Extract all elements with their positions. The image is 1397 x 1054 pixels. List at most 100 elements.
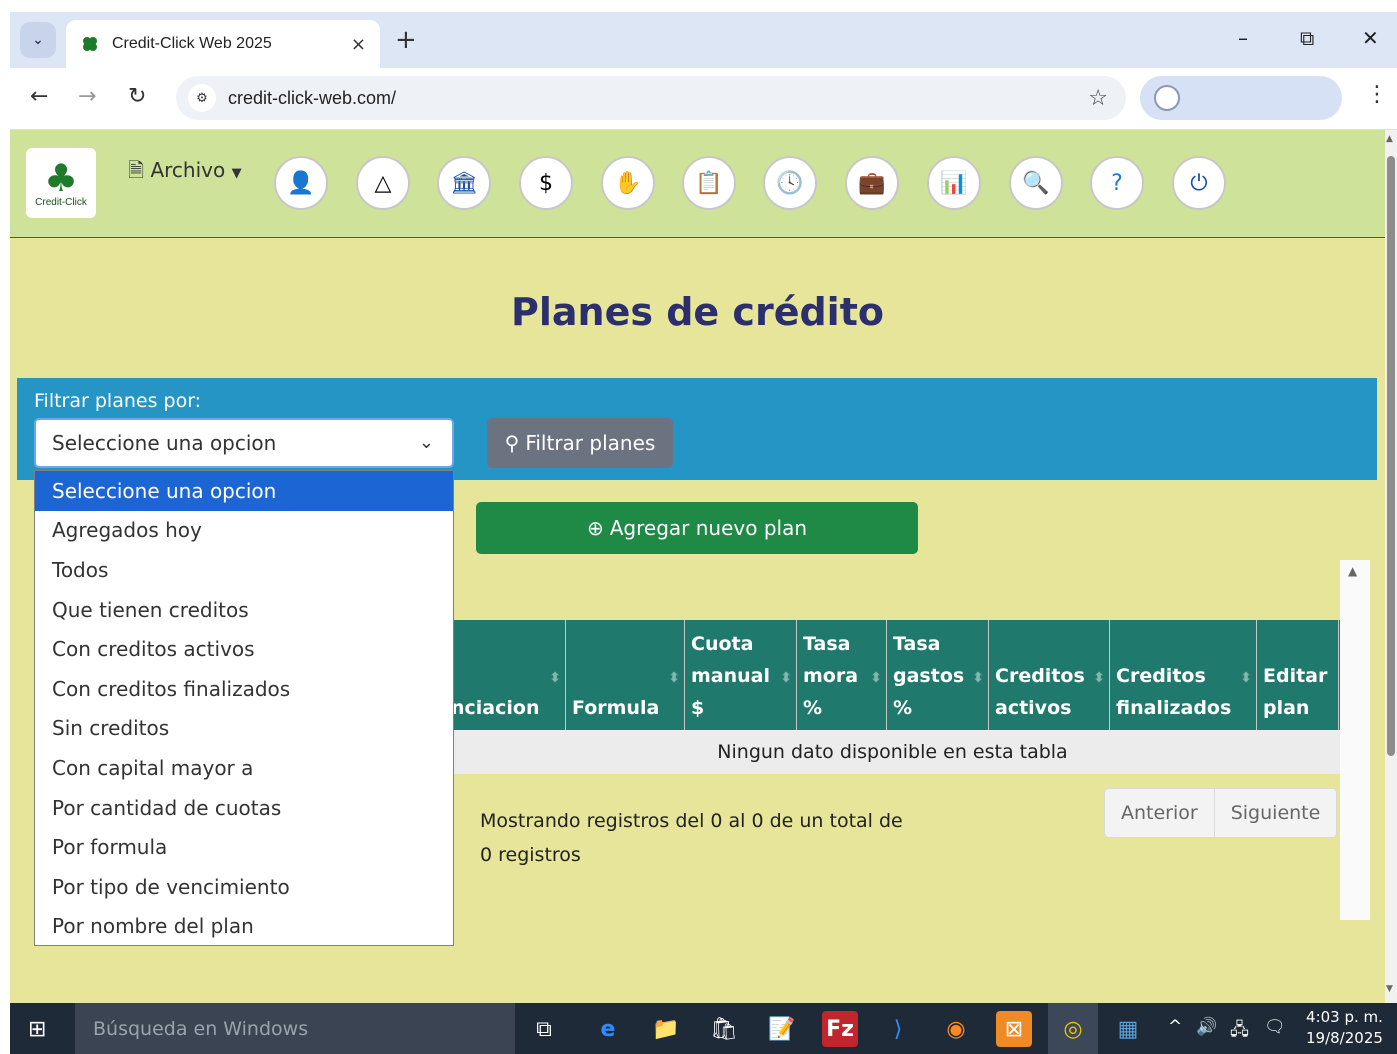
address-bar-row: ← → ↻ ⚙ credit-click-web.com/ ☆ ⋮ [10,68,1397,130]
sort-icon: ⬍ [668,670,680,686]
new-tab-button[interactable]: + [395,24,417,56]
shapes-icon[interactable]: △ [356,156,410,210]
column-header-formula[interactable]: Formula ⬍ [566,620,685,730]
user-icon[interactable]: 👤 [274,156,328,210]
table-scrollbar[interactable]: ▲ [1340,560,1370,920]
vscode-icon[interactable]: ⟩ [880,1011,916,1047]
clock-icon[interactable]: 🕓 [763,156,817,210]
dropdown-option[interactable]: Agregados hoy [35,511,453,551]
table-header: nciacion ⬍ Formula ⬍ Cuota manual $ ⬍ Tasa mor… [445,620,1350,730]
volume-icon[interactable]: 🔊 [1196,1017,1217,1037]
edge-browser-icon[interactable]: e [590,1011,626,1047]
app-header: ♣ Credit-Click 🗎 Archivo ▼ 👤 △ 🏛 $ ✋ 📋 🕓… [10,130,1397,238]
file-explorer-icon[interactable]: 📁 [648,1011,684,1047]
dropdown-option[interactable]: Que tienen creditos [35,590,453,630]
archivo-menu[interactable]: 🗎 Archivo ▼ [128,156,242,190]
firefox-icon[interactable]: ◉ [938,1011,974,1047]
clock-date: 19/8/2025 [1306,1029,1383,1047]
dropdown-option[interactable]: Por cantidad de cuotas [35,788,453,828]
column-header-cuota-manual[interactable]: Cuota manual $ ⬍ [685,620,797,730]
filter-plans-label: Filtrar planes [525,431,656,455]
dropdown-option[interactable]: Por tipo de vencimiento [35,867,453,907]
reload-icon[interactable]: ↻ [128,84,146,109]
clover-favicon-icon [80,34,100,54]
dropdown-option[interactable]: Sin creditos [35,709,453,749]
dropdown-option[interactable]: Con creditos finalizados [35,669,453,709]
sort-icon: ⬍ [1093,670,1105,686]
windows-start-icon[interactable]: ⊞ [28,1017,46,1042]
tab-search-button[interactable]: ⌄ [20,22,56,58]
chevron-down-icon: ⌄ [32,32,44,48]
document-icon[interactable]: 📋 [682,156,736,210]
logo-label: Credit-Click [35,196,87,208]
plus-circle-icon: ⊕ [586,516,604,540]
clover-logo-icon: ♣ [43,155,79,200]
chevron-down-icon: ⌄ [418,432,434,453]
filter-plans-button[interactable]: ⚲ Filtrar planes [487,418,673,468]
network-icon[interactable]: 🖧 [1230,1017,1249,1046]
scroll-up-icon[interactable]: ▲ [1386,134,1393,144]
scroll-up-icon[interactable]: ▲ [1348,564,1357,578]
system-monitor-icon[interactable]: ▦ [1110,1011,1146,1047]
url-text[interactable]: credit-click-web.com/ [228,88,1088,109]
profile-button[interactable] [1140,76,1342,120]
bar-chart-icon[interactable]: 📊 [927,156,981,210]
filezilla-icon[interactable]: Fz [822,1011,858,1047]
close-window-button[interactable]: ✕ [1362,26,1379,50]
page-scrollbar[interactable]: ▲ ▼ [1385,130,1397,1003]
next-page-button[interactable]: Siguiente [1213,789,1337,837]
scrollbar-thumb[interactable] [1387,156,1395,756]
dropdown-option[interactable]: Todos [35,550,453,590]
notepad-icon[interactable]: 📝 [764,1011,800,1047]
site-settings-icon[interactable]: ⚙ [188,84,216,112]
scroll-down-icon[interactable]: ▼ [1386,984,1393,994]
restore-button[interactable]: ⧉ [1300,26,1314,50]
store-icon[interactable]: 🛍 [706,1011,742,1047]
add-plan-button[interactable]: ⊕ Agregar nuevo plan [476,502,918,554]
briefcase-icon[interactable]: 💼 [845,156,899,210]
prev-page-button[interactable]: Anterior [1105,789,1214,837]
url-omnibox[interactable]: ⚙ credit-click-web.com/ ☆ [176,76,1126,120]
bank-icon[interactable]: 🏛 [437,156,491,210]
filter-select[interactable]: Seleccione una opcion ⌄ [34,418,454,468]
xampp-icon[interactable]: ⊠ [996,1011,1032,1047]
chrome-icon[interactable]: ◎ [1055,1011,1091,1047]
notifications-icon[interactable]: 🗨 [1264,1017,1286,1037]
show-hidden-icons[interactable]: ^ [1168,1017,1182,1037]
column-header-financiacion[interactable]: nciacion ⬍ [445,620,566,730]
search-icon: ⚲ [504,431,520,455]
search-icon[interactable]: 🔍 [1009,156,1063,210]
dropdown-option[interactable]: Por formula [35,827,453,867]
cash-hand-icon[interactable]: ✋ [601,156,655,210]
minimize-button[interactable]: – [1238,26,1248,50]
windows-search-box[interactable]: Búsqueda en Windows [75,1003,515,1054]
sort-icon: ⬍ [870,670,882,686]
tab-title: Credit-Click Web 2025 [112,35,272,52]
money-chart-icon[interactable]: $ [519,156,573,210]
power-icon[interactable]: ⏻ [1172,156,1226,210]
column-header-tasa-gastos[interactable]: Tasa gastos% ⬍ [887,620,989,730]
dropdown-option[interactable]: Por nombre del plan [35,907,453,947]
column-header-tasa-mora[interactable]: Tasa mora% ⬍ [797,620,887,730]
dropdown-option[interactable]: Con capital mayor a [35,748,453,788]
app-logo[interactable]: ♣ Credit-Click [26,148,96,218]
browser-menu-icon[interactable]: ⋮ [1366,82,1388,107]
task-view-icon[interactable]: ⧉ [526,1011,562,1047]
dropdown-option[interactable]: Seleccione una opcion [35,471,453,511]
bookmark-star-icon[interactable]: ☆ [1088,86,1108,111]
forward-arrow-icon[interactable]: → [78,84,96,109]
browser-tab[interactable]: Credit-Click Web 2025 × [66,20,380,68]
back-arrow-icon[interactable]: ← [30,84,48,109]
windows-search-placeholder: Búsqueda en Windows [93,1017,309,1040]
pagination: Anterior Siguiente [1104,788,1338,838]
help-icon[interactable]: ? [1090,156,1144,210]
tab-close-icon[interactable]: × [351,34,366,55]
taskbar-clock[interactable]: 4:03 p. m. 19/8/2025 [1306,1007,1383,1049]
empty-table-message: Ningun dato disponible en esta tabla [445,730,1340,774]
filter-select-value: Seleccione una opcion [52,431,277,455]
dropdown-option[interactable]: Con creditos activos [35,629,453,669]
windows-taskbar: ⊞ Búsqueda en Windows ⧉ e 📁 🛍 📝 Fz ⟩ ◉ ⊠… [10,1003,1397,1054]
column-header-editar-plan[interactable]: Editar plan [1257,620,1339,730]
column-header-creditos-activos[interactable]: Creditos activos ⬍ [989,620,1110,730]
column-header-creditos-finalizados[interactable]: Creditos finalizados ⬍ [1110,620,1257,730]
